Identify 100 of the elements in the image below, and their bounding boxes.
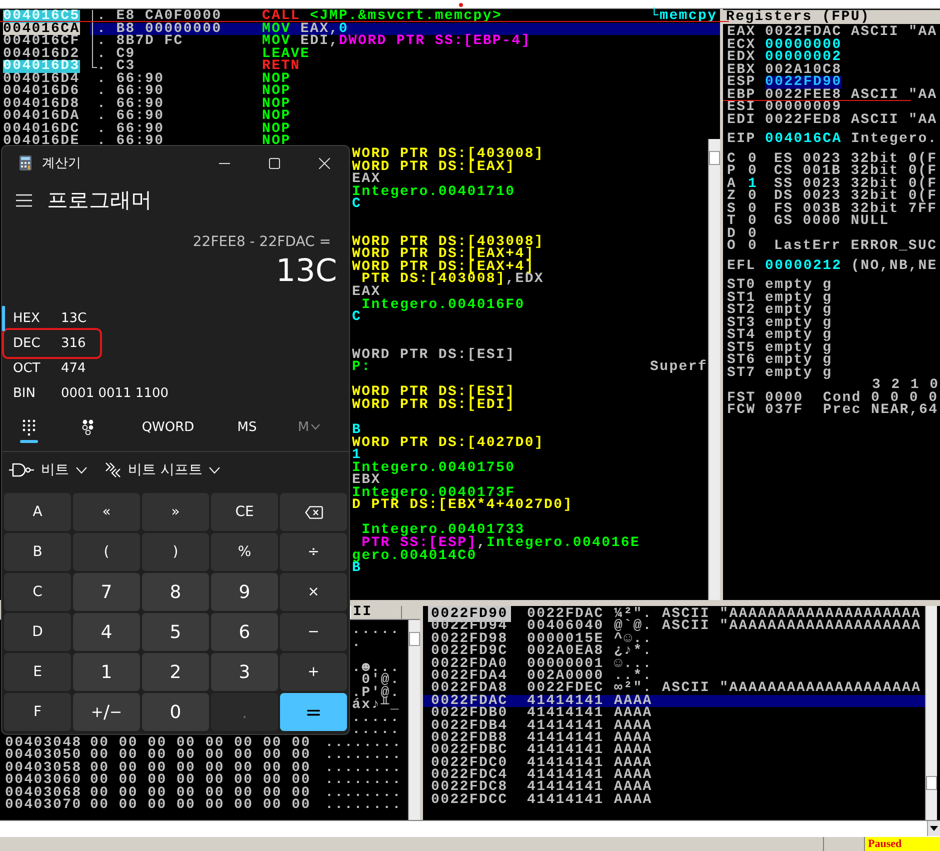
calculator-key[interactable]: 8 <box>142 573 209 611</box>
stack-row[interactable]: 0022FDC4 41414141 AAAA <box>423 769 925 782</box>
memory-button[interactable]: MS <box>216 410 278 444</box>
calculator-key[interactable]: D <box>4 613 71 651</box>
register-comment: ASCII "AA <box>851 26 938 38</box>
register-name: EDX <box>727 51 757 64</box>
calculator-key[interactable]: 2 <box>142 653 209 691</box>
address-text: 004016DC <box>3 122 80 136</box>
stack-row[interactable]: 0022FDB0 41414141 AAAA <box>423 707 925 720</box>
instruction-text: D PTR DS:[EBX*4+4027D0] <box>352 497 573 514</box>
register-value[interactable]: 004016CA <box>765 133 842 146</box>
register-value[interactable]: 0022FED8 <box>765 114 842 126</box>
register-value[interactable]: empty g <box>765 342 832 354</box>
stack-row[interactable]: 0022FDB4 41414141 AAAA <box>423 720 925 732</box>
register-value[interactable]: 037F <box>765 404 804 416</box>
disassembly-row[interactable]: 004016DC . 66:90 NOP <box>0 122 720 136</box>
disassembly-row[interactable]: 004016DA . 66:90 NOP <box>0 110 720 123</box>
register-value[interactable]: 00000000 <box>765 38 842 51</box>
register-value[interactable]: empty g <box>765 292 832 304</box>
radix-row[interactable]: OCT 474 <box>2 356 90 381</box>
calculator-key[interactable]: « <box>73 493 140 531</box>
register-value[interactable]: 0 <box>748 240 758 252</box>
radix-row[interactable]: HEX 13C <box>2 306 91 331</box>
calculator-key[interactable]: 6 <box>211 613 278 651</box>
calculator-key[interactable]: ) <box>142 533 209 571</box>
register-value[interactable]: 0 <box>748 165 758 178</box>
register-value[interactable]: 0 <box>748 152 758 165</box>
register-value[interactable]: 0022FEE8 <box>765 88 842 101</box>
calculator-key[interactable]: F <box>4 693 71 731</box>
radix-row[interactable]: BIN 0001 0011 1100 <box>2 381 173 406</box>
stack-row[interactable]: 0022FDAC 41414141 AAAA <box>423 694 925 708</box>
register-value[interactable]: empty g <box>765 304 832 316</box>
result-display: 13C <box>276 253 337 289</box>
disassembly-row[interactable]: 004016D4 . 66:90 NOP <box>0 72 720 86</box>
dropdown-button[interactable]: 비트 시프트 <box>105 455 220 485</box>
register-comment: ES 0023 32bit 0(F <box>774 152 938 165</box>
stack-row[interactable]: 0022FDB8 41414141 AAAA <box>423 732 925 744</box>
disassembly-row[interactable]: 004016D3 . C3 RETN <box>0 60 720 73</box>
dropdown-button[interactable]: 비트 <box>9 455 87 485</box>
calculator-key[interactable]: − <box>280 613 347 651</box>
calculator-key[interactable]: % <box>211 533 278 571</box>
register-value[interactable]: 0 <box>748 215 758 228</box>
disassembly-row[interactable]: 004016CF . 8B7D FC MOV EDI,DWORD PTR SS:[EBP-4] <box>0 35 720 48</box>
calculator-key[interactable]: 1 <box>73 653 140 691</box>
calculator-key[interactable]: 4 <box>73 613 140 651</box>
calculator-key[interactable]: 7 <box>73 573 140 611</box>
calculator-key[interactable]: ( <box>73 533 140 571</box>
radix-row[interactable]: DEC 316 <box>2 331 90 356</box>
hex-bytes: . C9 <box>97 48 136 60</box>
calculator-key[interactable]: × <box>280 573 347 611</box>
instruction-text: CALL <JMP.&msvcrt.memcpy> <box>262 8 502 24</box>
disassembly-row[interactable]: 004016D2 . C9 LEAVE <box>0 48 720 60</box>
register-value[interactable]: 0022FD90 <box>765 76 842 88</box>
calculator-key[interactable]: = <box>280 693 347 731</box>
register-value[interactable]: empty g <box>765 279 832 292</box>
calculator-key[interactable]: ÷ <box>280 533 347 571</box>
register-name: ST3 <box>727 316 757 329</box>
ascii-text: ..... <box>352 724 400 736</box>
mode-title: 프로그래머 <box>47 187 152 214</box>
register-value[interactable]: empty g <box>765 316 832 329</box>
stack-row[interactable]: 0022FDCC 41414141 AAAA <box>423 794 925 806</box>
stack-value: 41414141 <box>527 792 604 808</box>
register-value[interactable]: 0022FDAC <box>765 26 842 38</box>
calculator-key[interactable]: CE <box>211 493 278 531</box>
address-text: 00403068 <box>5 786 83 799</box>
register-value[interactable]: 0 <box>748 202 758 215</box>
disassembly-row[interactable]: 004016D6 . 66:90 NOP <box>0 85 720 98</box>
disassembly-row[interactable]: 004016D8 . 66:90 NOP <box>0 98 720 110</box>
register-value[interactable]: 00000002 <box>765 51 842 64</box>
calculator-key[interactable]: C <box>4 573 71 611</box>
address-text: 00403050 <box>5 749 83 762</box>
stack-row[interactable]: 0022FDC0 41414141 AAAA <box>423 756 925 770</box>
hex-bytes: . B8 00000000 <box>97 22 222 36</box>
register-value[interactable]: empty g <box>765 354 832 366</box>
ascii-text: ........ <box>325 774 402 786</box>
register-value[interactable]: 002A10C8 <box>765 64 842 76</box>
calculator-key[interactable]: 5 <box>142 613 209 651</box>
register-name: ST2 <box>727 304 757 316</box>
register-value[interactable]: 00000212 <box>765 260 842 272</box>
stack-row[interactable]: 0022FDBC 41414141 AAAA <box>423 744 925 757</box>
calculator-key[interactable]: » <box>142 493 209 531</box>
calculator-key[interactable]: + <box>280 653 347 691</box>
register-name: EIP <box>727 133 757 146</box>
memory-button[interactable]: QWORD <box>120 410 216 444</box>
stack-row[interactable]: 0022FDA0 00000001 ☺... <box>423 658 925 670</box>
register-value[interactable]: 00000009 <box>765 101 842 114</box>
register-value[interactable]: 0000 <box>765 392 804 404</box>
hex-bytes: 00 00 00 00 00 00 00 00 <box>90 736 312 749</box>
register-value[interactable]: empty g <box>765 366 832 379</box>
calculator-key[interactable]: 9 <box>211 573 278 611</box>
calculator-key[interactable]: E <box>4 653 71 691</box>
register-value[interactable]: empty g <box>765 329 832 342</box>
calculator-key[interactable]: B <box>4 533 71 571</box>
stack-row[interactable]: 0022FD9C 002A0EA8 ¿♪*. <box>423 645 925 658</box>
calculator-key[interactable]: 3 <box>211 653 278 691</box>
calculator-key[interactable]: A <box>4 493 71 531</box>
register-value[interactable]: 1 <box>748 178 758 190</box>
register-value[interactable]: 0 <box>748 190 758 202</box>
calculator-key[interactable]: 0 <box>142 693 209 731</box>
register-value[interactable]: 0 <box>748 228 758 240</box>
